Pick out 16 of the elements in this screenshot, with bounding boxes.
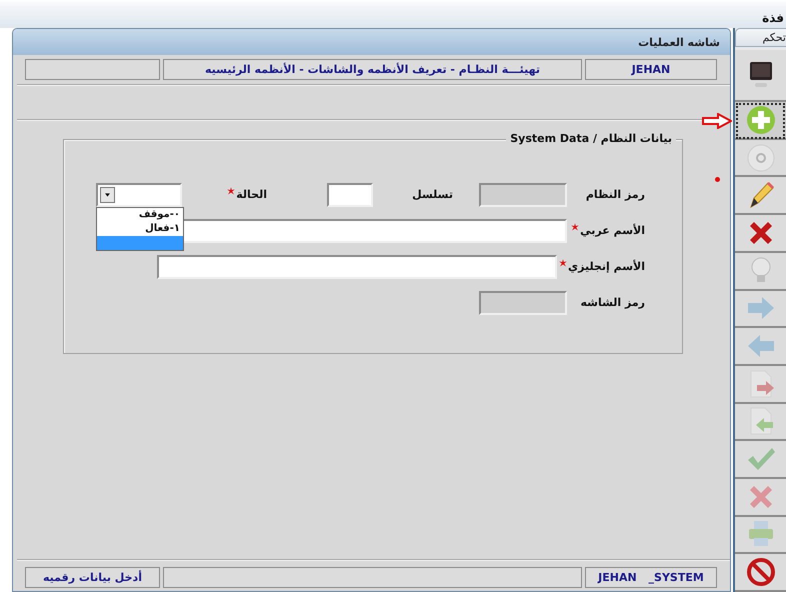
status-message: أدخل بيانات رقميه <box>25 567 160 588</box>
field-label: تسلسل <box>412 187 453 203</box>
panel-title: شاشه العمليات <box>638 36 720 48</box>
breadcrumb-field: تهيئـــة النظـام - تعريف الأنظمه والشاشات - الأنظمه الرئيسيه <box>163 59 582 80</box>
field-label: رمز النظام <box>586 187 645 203</box>
field-label: رمز الشاشه <box>580 295 645 311</box>
window-title: فذة <box>762 11 784 25</box>
field-label: الأسم إنجليزي <box>568 259 645 275</box>
group-legend: بيانات النظام / System Data <box>506 132 676 145</box>
field-label: الحالة <box>236 187 267 203</box>
field-label: الأسم عربي <box>580 223 645 239</box>
user-field: JEHAN _SYSTEM <box>585 567 717 588</box>
user-field: JEHAN <box>585 59 717 80</box>
dropdown-option[interactable]: ١-فعال <box>97 222 183 236</box>
dropdown-option[interactable]: ٠-موقف <box>97 208 183 222</box>
control-tab[interactable]: تحكم <box>735 28 786 48</box>
